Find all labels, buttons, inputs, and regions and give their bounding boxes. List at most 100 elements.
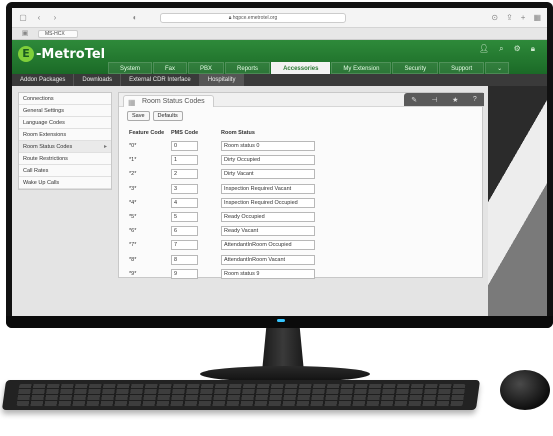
feature-code-cell: *4* bbox=[129, 199, 137, 206]
tab-security[interactable]: Security bbox=[392, 62, 439, 74]
screen: ▢ ‹ › ◐ 🔒︎ hqpce.emetrotel.org ⊙ ⇪ + ▦ ▣… bbox=[12, 8, 547, 316]
download-icon[interactable]: ⊙ bbox=[491, 13, 498, 22]
share-icon[interactable]: ⇪ bbox=[506, 13, 513, 22]
pms-code-input[interactable]: 9 bbox=[171, 268, 198, 279]
pms-code-input[interactable]: 5 bbox=[171, 212, 198, 223]
pms-code-input[interactable]: 3 bbox=[171, 183, 198, 194]
browser-actions: ⊙ ⇪ + ▦ bbox=[491, 13, 541, 22]
new-tab-icon[interactable]: + bbox=[521, 13, 526, 22]
sidebar-item-label: Room Status Codes bbox=[23, 144, 73, 150]
sidebar-item-general-settings[interactable]: General Settings bbox=[19, 105, 111, 117]
pms-code-input[interactable]: 7 bbox=[171, 240, 198, 251]
help-icon[interactable]: ? bbox=[473, 96, 477, 103]
pms-code-input[interactable]: 1 bbox=[171, 155, 198, 166]
room-status-input[interactable]: Room status 0 bbox=[221, 141, 315, 152]
address-bar[interactable]: 🔒︎ hqpce.emetrotel.org bbox=[160, 13, 346, 23]
table-row: *1* 1 Dirty Occupied bbox=[127, 153, 321, 167]
feature-code-cell: *8* bbox=[129, 256, 137, 263]
table-row: *5* 5 Ready Occupied bbox=[127, 210, 321, 224]
col-pms-code: PMS Code bbox=[171, 130, 199, 136]
save-button[interactable]: Save bbox=[127, 111, 150, 121]
subnav-addon-packages[interactable]: Addon Packages bbox=[12, 74, 75, 86]
sidebar-item-room-status-codes[interactable]: Room Status Codes ▸ bbox=[19, 141, 111, 153]
feature-code-cell: *2* bbox=[129, 171, 137, 178]
table-row: *7* 7 AttendantInRoom Occupied bbox=[127, 238, 321, 252]
keyboard-key-rows bbox=[16, 384, 466, 406]
table-row: *3* 3 Inspection Required Vacant bbox=[127, 182, 321, 196]
search-icon[interactable]: ⌕ bbox=[499, 44, 503, 54]
room-status-input[interactable]: Ready Vacant bbox=[221, 226, 315, 237]
tab-fax[interactable]: Fax bbox=[153, 62, 188, 74]
room-status-input[interactable]: Inspection Required Occupied bbox=[221, 197, 315, 208]
room-status-input[interactable]: Room status 9 bbox=[221, 268, 315, 279]
scene: ▢ ‹ › ◐ 🔒︎ hqpce.emetrotel.org ⊙ ⇪ + ▦ ▣… bbox=[0, 0, 553, 436]
sidebar-item-call-rates[interactable]: Call Rates bbox=[19, 165, 111, 177]
subnav-downloads[interactable]: Downloads bbox=[74, 74, 122, 86]
app-header: E -MetroTel 👤︎ ⌕ ⚙ 🔒︎ System Fax PBX Rep… bbox=[12, 40, 547, 74]
monitor: ▢ ‹ › ◐ 🔒︎ hqpce.emetrotel.org ⊙ ⇪ + ▦ ▣… bbox=[6, 2, 553, 328]
chevron-right-icon: ▸ bbox=[103, 144, 107, 150]
table-row: *9* 9 Room status 9 bbox=[127, 267, 321, 281]
sidebar-item-wake-up-calls[interactable]: Wake Up Calls bbox=[19, 177, 111, 189]
table-row: *4* 4 Inspection Required Occupied bbox=[127, 196, 321, 210]
browser-tab[interactable]: MS-HCX bbox=[38, 30, 78, 38]
col-feature-code: Feature Code bbox=[129, 130, 165, 136]
tab-system[interactable]: System bbox=[108, 62, 153, 74]
panel-header: ▦ Room Status Codes ✎ ⊣ ★ ? bbox=[119, 93, 484, 107]
feature-code-cell: *9* bbox=[129, 270, 137, 277]
edit-icon[interactable]: ✎ bbox=[411, 96, 417, 104]
defaults-button[interactable]: Defaults bbox=[152, 111, 183, 121]
sub-nav: Addon Packages Downloads External CDR In… bbox=[12, 74, 547, 86]
feature-code-cell: *6* bbox=[129, 228, 137, 235]
grid-icon: ▦ bbox=[128, 98, 136, 107]
room-status-input[interactable]: Dirty Vacant bbox=[221, 169, 315, 180]
tab-pbx[interactable]: PBX bbox=[188, 62, 225, 74]
subnav-external-cdr[interactable]: External CDR Interface bbox=[121, 74, 200, 86]
sidebar-toggle-icon[interactable]: ▢ bbox=[18, 13, 28, 23]
content-area: Connections General Settings Language Co… bbox=[12, 86, 547, 316]
wrench-icon[interactable]: ⚙ bbox=[514, 44, 521, 54]
pms-code-input[interactable]: 2 bbox=[171, 169, 198, 180]
pms-code-input[interactable]: 0 bbox=[171, 141, 198, 152]
logo-text: -MetroTel bbox=[36, 46, 106, 62]
tab-my-extension[interactable]: My Extension bbox=[331, 62, 392, 74]
room-status-input[interactable]: Ready Occupied bbox=[221, 212, 315, 223]
star-icon[interactable]: ★ bbox=[452, 96, 458, 104]
room-status-input[interactable]: AttendantInRoom Vacant bbox=[221, 254, 315, 265]
forward-icon[interactable]: › bbox=[50, 13, 60, 23]
feature-code-cell: *7* bbox=[129, 242, 137, 249]
panel-title: Room Status Codes bbox=[142, 98, 205, 105]
sidebar-item-connections[interactable]: Connections bbox=[19, 93, 111, 105]
mouse bbox=[500, 370, 550, 410]
logo: E -MetroTel bbox=[18, 46, 105, 62]
room-status-input[interactable]: Dirty Occupied bbox=[221, 155, 315, 166]
room-status-input[interactable]: Inspection Required Vacant bbox=[221, 183, 315, 194]
room-status-input[interactable]: AttendantInRoom Occupied bbox=[221, 240, 315, 251]
panel-tab[interactable]: ▦ Room Status Codes bbox=[123, 95, 214, 107]
tab-support[interactable]: Support bbox=[439, 62, 485, 74]
shield-icon[interactable]: ◐ bbox=[130, 13, 140, 23]
pms-code-input[interactable]: 8 bbox=[171, 254, 198, 265]
sidebar-item-language-codes[interactable]: Language Codes bbox=[19, 117, 111, 129]
feature-code-cell: *3* bbox=[129, 185, 137, 192]
subnav-hospitality[interactable]: Hospitality bbox=[199, 74, 245, 86]
tab-accessories[interactable]: Accessories bbox=[271, 62, 331, 74]
table-row: *2* 2 Dirty Vacant bbox=[127, 167, 321, 181]
pms-code-input[interactable]: 4 bbox=[171, 197, 198, 208]
url-text: hqpce.emetrotel.org bbox=[232, 15, 278, 21]
tab-reports[interactable]: Reports bbox=[225, 62, 271, 74]
col-room-status: Room Status bbox=[221, 130, 255, 136]
tabs-overview-icon[interactable]: ▦ bbox=[533, 13, 541, 22]
keyboard bbox=[1, 380, 481, 410]
sidebar-item-room-extensions[interactable]: Room Extensions bbox=[19, 129, 111, 141]
table-row: *8* 8 AttendantInRoom Vacant bbox=[127, 253, 321, 267]
back-icon[interactable]: ‹ bbox=[34, 13, 44, 23]
lock-icon[interactable]: 🔒︎ bbox=[531, 44, 535, 54]
user-icon[interactable]: 👤︎ bbox=[479, 44, 489, 54]
feature-code-cell: *5* bbox=[129, 214, 137, 221]
pms-code-input[interactable]: 6 bbox=[171, 226, 198, 237]
feature-code-cell: *1* bbox=[129, 157, 137, 164]
chevron-down-icon[interactable]: ⌄ bbox=[485, 62, 510, 74]
sidebar-item-route-restrictions[interactable]: Route Restrictions bbox=[19, 153, 111, 165]
pin-icon[interactable]: ⊣ bbox=[432, 96, 438, 104]
